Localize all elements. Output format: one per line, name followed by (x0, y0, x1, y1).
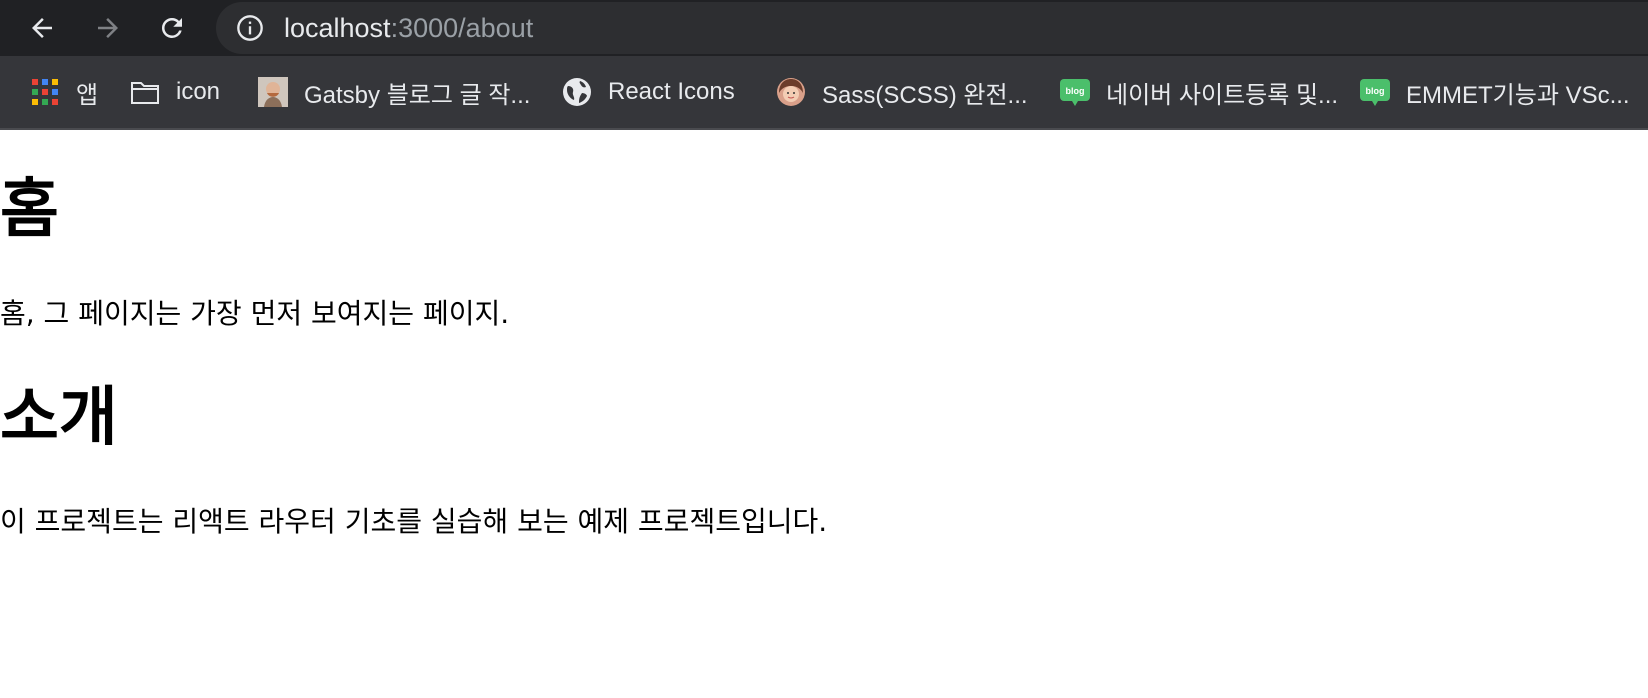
folder-icon (130, 77, 160, 107)
bookmark-sass[interactable]: Sass(SCSS) 완전... (776, 74, 1028, 110)
reload-icon (161, 17, 182, 38)
address-bar[interactable]: localhost:3000/about (216, 2, 1648, 54)
bookmark-icon-folder[interactable]: icon (130, 74, 220, 110)
bookmark-label: EMMET기능과 VSc... (1406, 81, 1630, 109)
info-icon[interactable] (236, 14, 264, 42)
bookmark-gatsby[interactable]: Gatsby 블로그 글 작... (258, 74, 530, 110)
bookmark-label: 네이버 사이트등록 및... (1106, 81, 1339, 109)
url-host: localhost (284, 13, 391, 43)
bookmark-apps[interactable]: 앱 (30, 74, 98, 110)
bookmark-naver-site[interactable]: blog 네이버 사이트등록 및... (1060, 74, 1338, 110)
about-heading: 소개 (0, 381, 118, 455)
arrow-left-icon (32, 18, 52, 38)
bookmark-label: Gatsby 블로그 글 작... (304, 81, 531, 109)
forward-button[interactable] (88, 8, 128, 48)
react-icons-globe-icon (562, 77, 592, 107)
url-text[interactable]: localhost:3000/about (284, 12, 533, 44)
reload-button[interactable] (152, 8, 192, 48)
bookmarks-bar: 앱 icon Gatsby 블로그 글 작... React Icons Sas… (0, 56, 1648, 130)
home-description: 홈, 그 페이지는 가장 먼저 보여지는 페이지. (0, 297, 510, 330)
bookmark-label: 앱 (76, 81, 99, 109)
bookmark-react-icons[interactable]: React Icons (562, 74, 735, 110)
naver-blog-icon: blog (1060, 77, 1090, 107)
avatar-girl-favicon-icon (776, 77, 806, 107)
back-button[interactable] (22, 8, 62, 48)
bookmark-label: Sass(SCSS) 완전... (822, 81, 1028, 109)
avatar-favicon-icon (258, 77, 288, 107)
home-heading: 홈 (0, 173, 59, 247)
naver-blog-icon: blog (1360, 77, 1390, 107)
svg-text:blog: blog (1066, 86, 1085, 96)
url-path: :3000/about (390, 13, 534, 43)
svg-text:blog: blog (1366, 86, 1385, 96)
apps-grid-icon (30, 77, 60, 107)
arrow-right-icon (98, 18, 118, 38)
bookmark-label: React Icons (608, 78, 735, 105)
about-description: 이 프로젝트는 리액트 라우터 기초를 실습해 보는 예제 프로젝트입니다. (0, 505, 828, 538)
bookmark-label: icon (176, 78, 221, 105)
browser-toolbar: localhost:3000/about (0, 0, 1648, 56)
bookmark-emmet[interactable]: blog EMMET기능과 VSc... (1360, 74, 1630, 110)
